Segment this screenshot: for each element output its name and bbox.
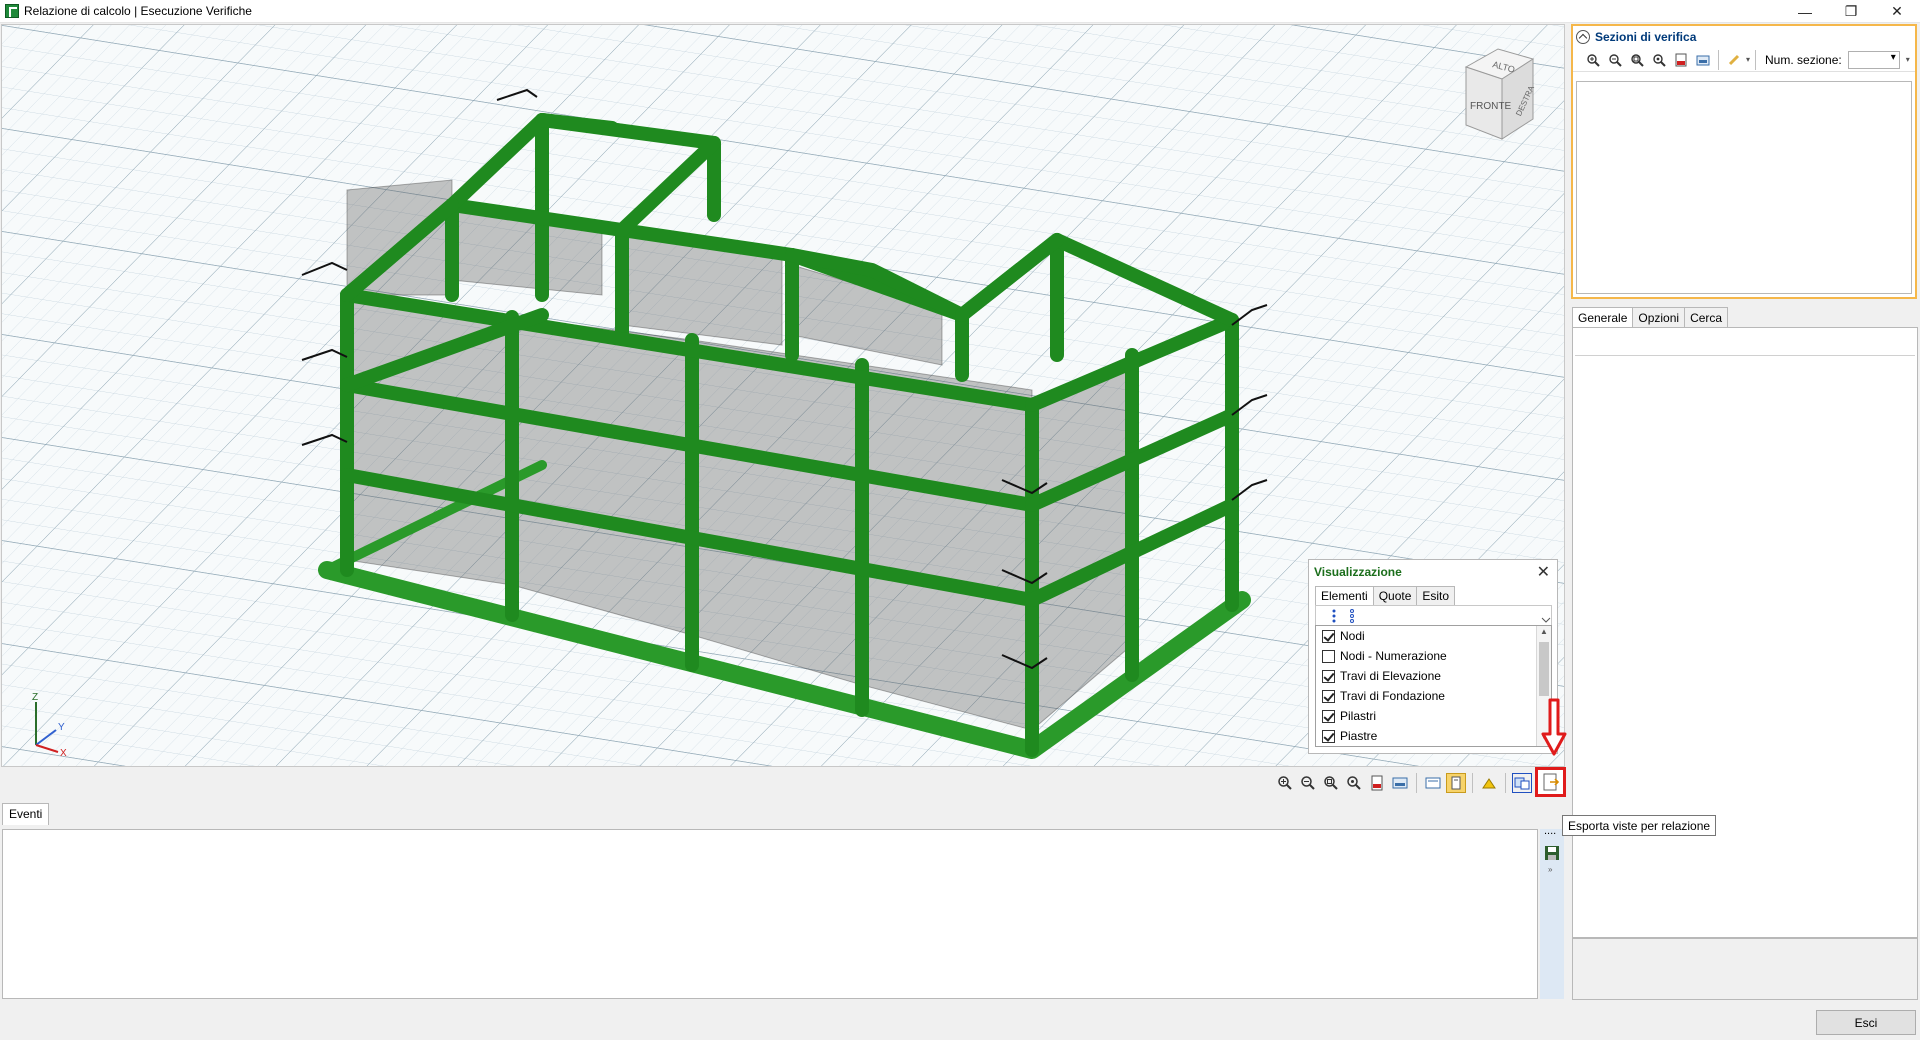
visualizzazione-close-icon[interactable]: ✕ [1537, 562, 1550, 582]
toolbar-overflow-icon[interactable]: ▾ [1746, 55, 1750, 64]
view-toolbar [1275, 771, 1555, 795]
visualizzazione-panel: Visualizzazione ✕ Elementi Quote Esito N… [1308, 559, 1558, 754]
status-bar [0, 1003, 1920, 1040]
toolbar-overflow-icon[interactable] [1541, 617, 1551, 623]
generale-content[interactable] [1575, 355, 1915, 937]
sezioni-view[interactable] [1576, 81, 1912, 294]
list-item-label: Pilastri [1340, 709, 1377, 723]
right-tabs: Generale Opzioni Cerca [1572, 307, 1729, 328]
save-icon[interactable] [1544, 845, 1560, 861]
restore-button[interactable]: ❐ [1828, 0, 1874, 23]
tab-quote[interactable]: Quote [1372, 586, 1418, 605]
num-sezione-select[interactable] [1847, 50, 1900, 69]
perspective-icon[interactable] [1479, 773, 1499, 793]
zoom-in-icon[interactable] [1275, 773, 1295, 793]
eventi-side-toolbar: .... » [1540, 825, 1564, 999]
elements-list[interactable]: Nodi Nodi - Numerazione Travi di Elevazi… [1315, 625, 1552, 747]
tab-generale[interactable]: Generale [1572, 307, 1634, 328]
red-arrow-indicator [1541, 698, 1567, 756]
scroll-up-icon[interactable]: ▲ [1540, 627, 1548, 636]
visualizzazione-tabs: Elementi Quote Esito [1315, 586, 1456, 606]
pencil-icon[interactable] [1724, 50, 1744, 70]
toolbar-overflow-icon[interactable]: ▾ [1906, 55, 1910, 64]
list-item[interactable]: Piastre [1316, 726, 1551, 746]
export-tooltip: Esporta viste per relazione [1562, 815, 1717, 836]
exit-button[interactable]: Esci [1816, 1010, 1916, 1035]
axis-z-label: Z [32, 692, 38, 703]
num-sezione-label: Num. sezione: [1765, 52, 1842, 67]
checkbox-travi-elevazione[interactable] [1322, 669, 1335, 683]
visualizzazione-toolbar [1315, 605, 1552, 625]
select-all-icon[interactable] [1332, 609, 1336, 623]
tab-elementi[interactable]: Elementi [1315, 586, 1374, 606]
visualizzazione-title: Visualizzazione [1314, 565, 1402, 579]
title-bar: Relazione di calcolo | Esecuzione Verifi… [0, 0, 1920, 23]
zoom-in-icon[interactable] [1583, 50, 1603, 70]
checkbox-pilastri[interactable] [1322, 709, 1335, 723]
axis-x-label: X [60, 748, 67, 759]
sezioni-header[interactable]: Sezioni di verifica [1573, 26, 1915, 48]
checkbox-travi-fondazione[interactable] [1322, 689, 1335, 703]
export-pdf-icon[interactable] [1367, 773, 1387, 793]
export-views-button[interactable] [1535, 767, 1566, 797]
list-item-label: Nodi [1340, 629, 1365, 643]
list-item[interactable]: Pilastri [1316, 706, 1551, 726]
list-item-label: Nodi - Numerazione [1340, 649, 1447, 663]
zoom-window-icon[interactable] [1344, 773, 1364, 793]
tab-eventi[interactable]: Eventi [2, 803, 50, 825]
zoom-extents-icon[interactable] [1321, 773, 1341, 793]
export-document-icon [1543, 773, 1559, 791]
list-item[interactable]: Nodi [1316, 626, 1551, 646]
checkbox-nodi[interactable] [1322, 629, 1335, 643]
zoom-out-icon[interactable] [1298, 773, 1318, 793]
minimize-button[interactable]: — [1782, 0, 1828, 23]
axis-y-label: Y [58, 722, 65, 733]
list-item-label: Piastre [1340, 729, 1378, 743]
sezioni-title: Sezioni di verifica [1595, 30, 1697, 44]
layers-icon[interactable] [1446, 773, 1466, 793]
scrollbar-thumb[interactable] [1539, 642, 1549, 696]
list-item-label: Travi di Fondazione [1340, 689, 1445, 703]
sezioni-toolbar: ▾ Num. sezione: ▾ [1573, 48, 1915, 72]
export-pdf-icon[interactable] [1671, 50, 1691, 70]
list-item-label: Travi di Elevazione [1340, 669, 1441, 683]
tab-opzioni[interactable]: Opzioni [1632, 307, 1686, 327]
zoom-extents-icon[interactable] [1627, 50, 1647, 70]
viewcube-front-label: FRONTE [1470, 101, 1511, 112]
list-item[interactable]: Travi di Fondazione [1316, 686, 1551, 706]
image-icon[interactable] [1693, 50, 1713, 70]
axis-triad: Z Y X [32, 692, 67, 759]
sezioni-panel: Sezioni di verifica ▾ Num. sezione: ▾ [1571, 24, 1917, 299]
checkbox-piastre[interactable] [1322, 729, 1335, 743]
zoom-window-icon[interactable] [1649, 50, 1669, 70]
tab-cerca[interactable]: Cerca [1684, 307, 1729, 327]
deselect-all-icon[interactable] [1350, 609, 1354, 623]
zoom-out-icon[interactable] [1605, 50, 1625, 70]
list-item[interactable]: Nodi - Numerazione [1316, 646, 1551, 666]
tab-esito[interactable]: Esito [1416, 586, 1456, 605]
eventi-expand-icon[interactable]: » [1548, 865, 1552, 874]
generale-panel [1572, 327, 1918, 938]
eventi-menu-icon[interactable]: .... [1544, 825, 1556, 837]
eventi-log[interactable] [2, 829, 1538, 999]
list-item[interactable]: Travi di Elevazione [1316, 666, 1551, 686]
close-button[interactable]: ✕ [1874, 0, 1920, 23]
collapse-icon[interactable] [1576, 30, 1590, 44]
view-cube[interactable]: ALTO FRONTE DESTRA [1458, 37, 1538, 147]
right-footer [1572, 938, 1918, 1000]
settings-icon[interactable] [1423, 773, 1443, 793]
window-controls: — ❐ ✕ [1782, 0, 1920, 23]
app-icon [5, 4, 19, 18]
image-icon[interactable] [1390, 773, 1410, 793]
views-icon[interactable] [1512, 773, 1532, 793]
checkbox-nodi-numerazione[interactable] [1322, 649, 1335, 663]
window-title: Relazione di calcolo | Esecuzione Verifi… [24, 4, 252, 18]
